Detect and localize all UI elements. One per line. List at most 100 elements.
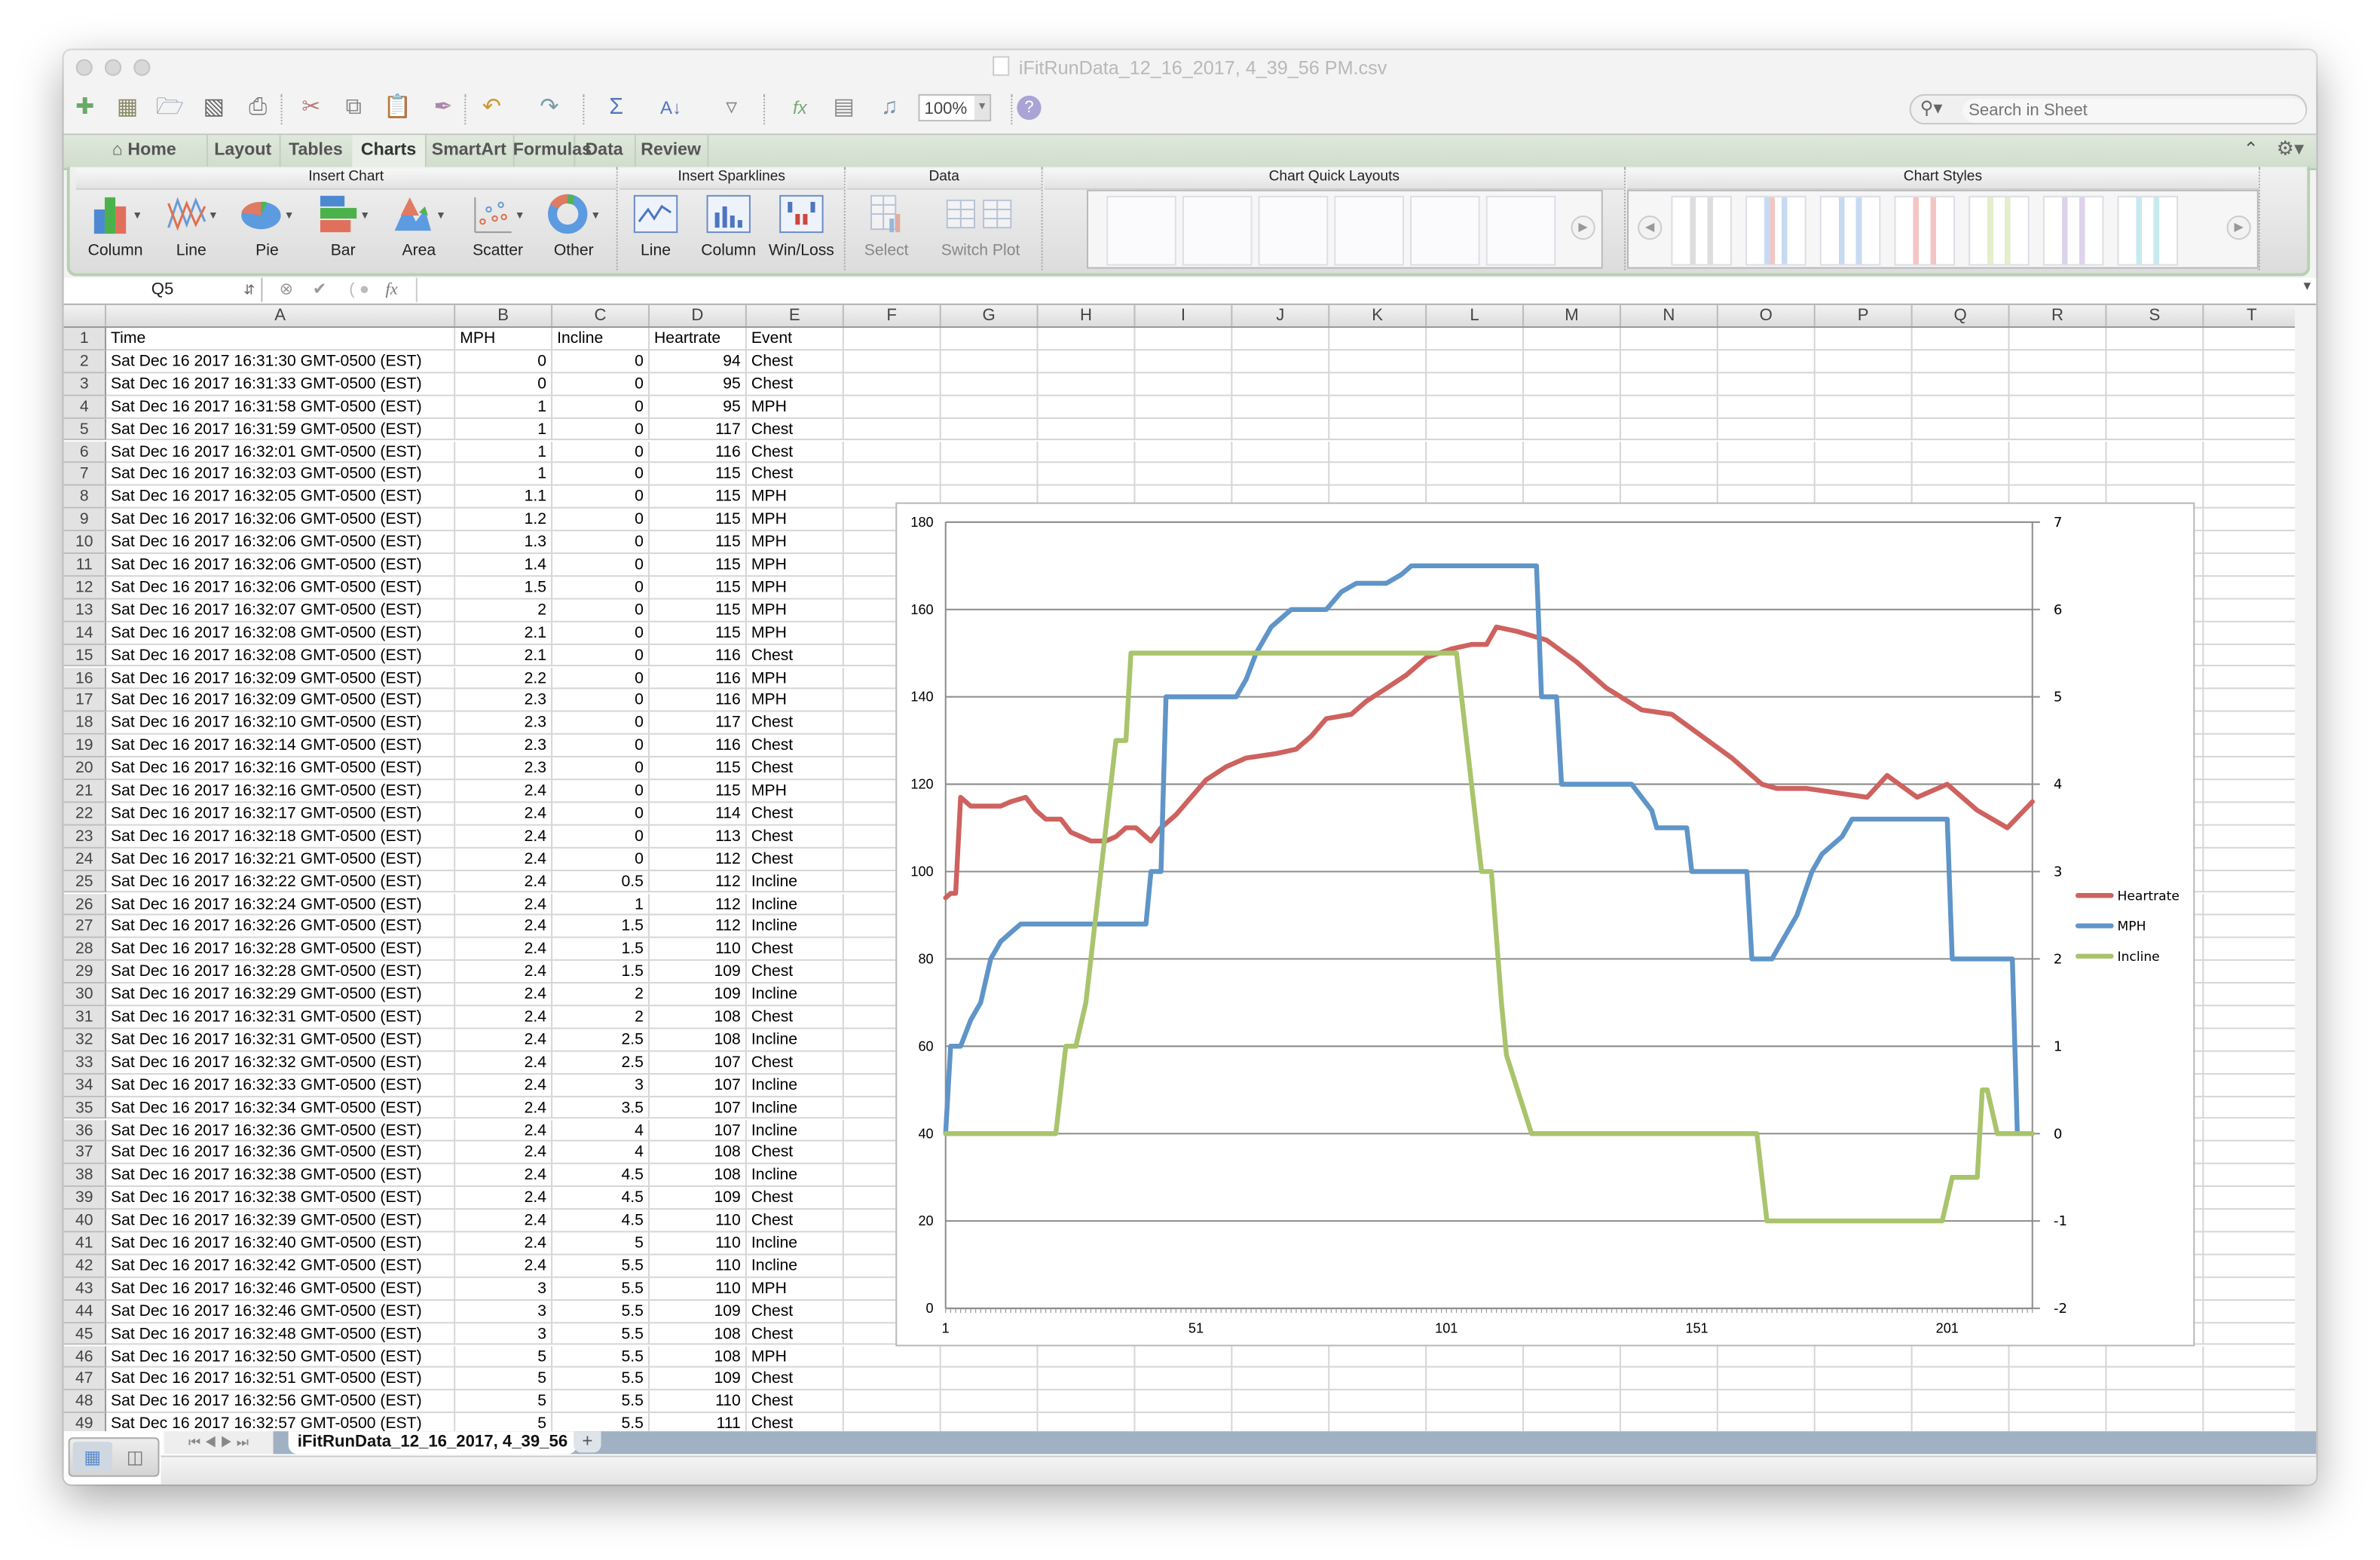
cell-time[interactable]: Sat Dec 16 2017 16:32:22 GMT-0500 (EST): [106, 870, 456, 894]
search-input[interactable]: [1962, 98, 2306, 124]
cell-mph[interactable]: 2.4: [455, 1142, 553, 1165]
empty-cell[interactable]: [1329, 463, 1427, 487]
cell-event[interactable]: MPH: [746, 690, 844, 713]
sheet-tab-active[interactable]: iFitRunData_12_16_2017, 4_39_56: [288, 1431, 577, 1454]
row-header[interactable]: 17: [63, 690, 106, 713]
previous-styles-button[interactable]: ◀: [1638, 215, 1663, 240]
empty-cell[interactable]: [941, 441, 1039, 464]
cell-heartrate[interactable]: 109: [649, 1187, 747, 1210]
gear-icon[interactable]: ⚙▾: [2277, 136, 2305, 161]
paste-icon[interactable]: 📋: [383, 93, 413, 123]
cell-event[interactable]: Chest: [746, 1142, 844, 1165]
empty-cell[interactable]: [941, 373, 1039, 396]
cell-heartrate[interactable]: 112: [649, 848, 747, 871]
cell-incline[interactable]: 1.5: [552, 961, 650, 984]
cell-event[interactable]: Incline: [746, 1255, 844, 1278]
empty-cell[interactable]: [843, 463, 941, 487]
empty-cell[interactable]: [2204, 983, 2296, 1007]
empty-cell[interactable]: [1135, 441, 1233, 464]
cell-heartrate[interactable]: 108: [649, 1164, 747, 1188]
cell-mph[interactable]: 1: [455, 418, 553, 442]
cell-mph[interactable]: 3: [455, 1277, 553, 1301]
cell-heartrate[interactable]: 112: [649, 916, 747, 939]
empty-cell[interactable]: [1620, 350, 1718, 374]
tab-tables[interactable]: Tables: [280, 135, 354, 169]
empty-cell[interactable]: [1232, 350, 1330, 374]
cell-heartrate[interactable]: 109: [649, 1300, 747, 1323]
empty-cell[interactable]: [2009, 441, 2107, 464]
row-header[interactable]: 3: [63, 373, 106, 396]
cell-event[interactable]: Incline: [746, 1097, 844, 1120]
row-header[interactable]: 26: [63, 893, 106, 916]
empty-cell[interactable]: [843, 1345, 941, 1369]
worksheet-grid[interactable]: ABCDEFGHIJKLMNOPQRST 1 Time MPH Incline Hear…: [63, 304, 2296, 1432]
empty-cell[interactable]: [2204, 486, 2296, 509]
cell-mph[interactable]: 2.4: [455, 983, 553, 1007]
empty-cell[interactable]: [843, 1390, 941, 1414]
header-cell-time[interactable]: Time: [106, 328, 456, 351]
cell-incline[interactable]: 5.5: [552, 1368, 650, 1391]
copy-icon[interactable]: ⧉: [338, 93, 369, 123]
empty-cell[interactable]: [843, 350, 941, 374]
empty-cell[interactable]: [2204, 328, 2296, 351]
cell-event[interactable]: Chest: [746, 1300, 844, 1323]
empty-cell[interactable]: [2106, 350, 2204, 374]
confirm-formula-icon[interactable]: ✔: [313, 278, 327, 302]
cell-time[interactable]: Sat Dec 16 2017 16:32:08 GMT-0500 (EST): [106, 622, 456, 645]
header-cell-incline[interactable]: Incline: [552, 328, 650, 351]
chart-style-blue[interactable]: [1819, 195, 1881, 266]
cell-event[interactable]: Chest: [746, 825, 844, 849]
empty-cell[interactable]: [1038, 1368, 1136, 1391]
add-sheet-button[interactable]: +: [574, 1430, 601, 1453]
line-chart[interactable]: 0 20 40 60 80 100 120 140 160 180 -2 -1 0 1 2 3 4 5 6 7 1 51 1…: [895, 502, 2195, 1347]
empty-cell[interactable]: [2204, 1232, 2296, 1256]
empty-cell[interactable]: [1718, 1413, 1816, 1432]
cell-heartrate[interactable]: 115: [649, 577, 747, 600]
empty-cell[interactable]: [1135, 350, 1233, 374]
cell-incline[interactable]: 5.5: [552, 1277, 650, 1301]
empty-cell[interactable]: [2204, 916, 2296, 939]
cell-time[interactable]: Sat Dec 16 2017 16:32:06 GMT-0500 (EST): [106, 531, 456, 555]
empty-cell[interactable]: [1718, 396, 1816, 419]
sparkline-line-button[interactable]: Line: [623, 191, 690, 268]
cell-incline[interactable]: 0: [552, 825, 650, 849]
empty-cell[interactable]: [1524, 441, 1621, 464]
empty-cell[interactable]: [2204, 1029, 2296, 1052]
empty-cell[interactable]: [2204, 1164, 2296, 1188]
cell-incline[interactable]: 0: [552, 622, 650, 645]
empty-cell[interactable]: [843, 328, 941, 351]
cell-event[interactable]: MPH: [746, 1277, 844, 1301]
cell-incline[interactable]: 0: [552, 396, 650, 419]
cell-mph[interactable]: 2.4: [455, 938, 553, 962]
empty-cell[interactable]: [1718, 328, 1816, 351]
row-header[interactable]: 38: [63, 1164, 106, 1188]
cell-mph[interactable]: 2.4: [455, 1051, 553, 1075]
empty-cell[interactable]: [1524, 463, 1621, 487]
empty-cell[interactable]: [2204, 803, 2296, 826]
cell-mph[interactable]: 2.3: [455, 712, 553, 736]
cell-incline[interactable]: 0: [552, 848, 650, 871]
cell-incline[interactable]: 2: [552, 983, 650, 1007]
cell-heartrate[interactable]: 115: [649, 622, 747, 645]
empty-cell[interactable]: [1620, 418, 1718, 442]
open-icon[interactable]: 🗁: [154, 93, 185, 123]
cut-icon[interactable]: ✂: [296, 93, 326, 123]
cell-incline[interactable]: 5.5: [552, 1345, 650, 1369]
row-header[interactable]: 21: [63, 780, 106, 803]
cell-time[interactable]: Sat Dec 16 2017 16:32:31 GMT-0500 (EST): [106, 1029, 456, 1052]
cell-time[interactable]: Sat Dec 16 2017 16:32:57 GMT-0500 (EST): [106, 1413, 456, 1432]
cell-incline[interactable]: 0: [552, 690, 650, 713]
empty-cell[interactable]: [2009, 350, 2107, 374]
empty-cell[interactable]: [1620, 1390, 1718, 1414]
empty-cell[interactable]: [2204, 1277, 2296, 1301]
cell-heartrate[interactable]: 115: [649, 463, 747, 487]
empty-cell[interactable]: [1718, 1368, 1816, 1391]
empty-cell[interactable]: [2204, 1051, 2296, 1075]
empty-cell[interactable]: [1038, 350, 1136, 374]
empty-cell[interactable]: [1329, 418, 1427, 442]
cell-heartrate[interactable]: 115: [649, 509, 747, 532]
cell-event[interactable]: Chest: [746, 1390, 844, 1414]
cell-mph[interactable]: 2.4: [455, 848, 553, 871]
cell-mph[interactable]: 1: [455, 396, 553, 419]
autosum-icon[interactable]: Σ: [601, 93, 632, 123]
